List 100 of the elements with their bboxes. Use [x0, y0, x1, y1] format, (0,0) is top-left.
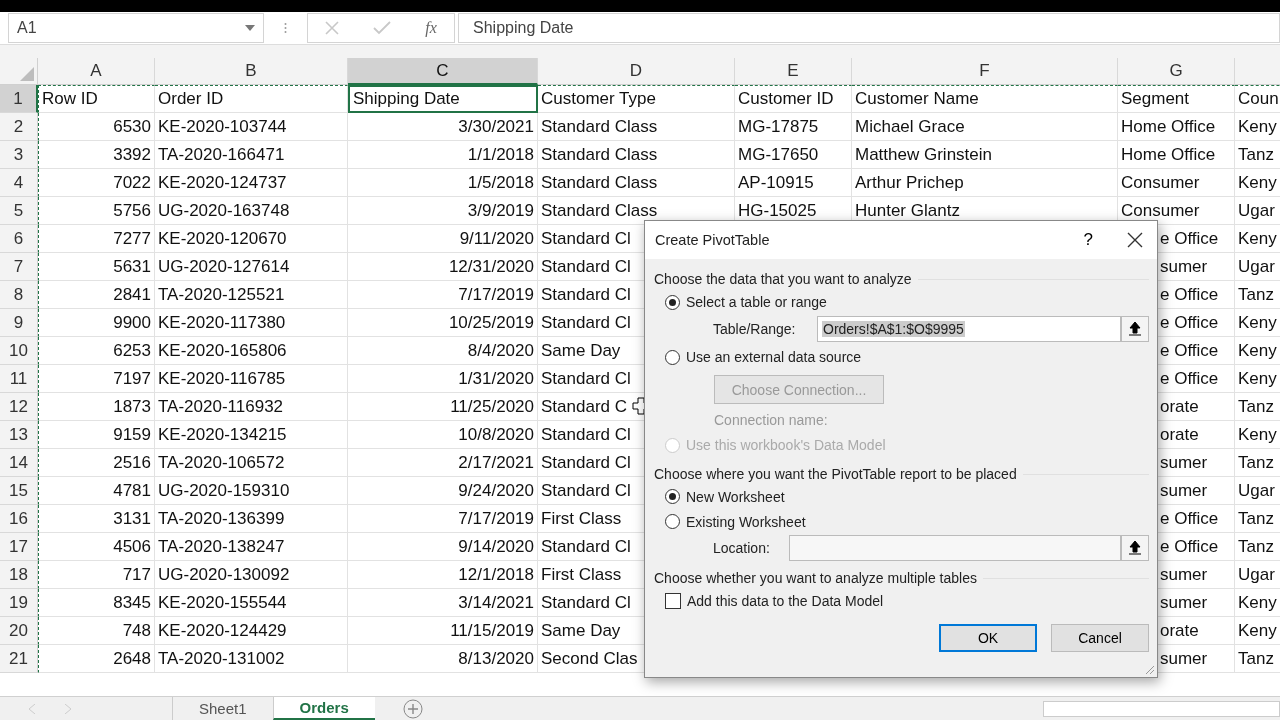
help-button[interactable]: ? [1083, 230, 1093, 250]
column-header[interactable]: D [538, 58, 735, 85]
table-cell: 2/17/2021 [348, 449, 538, 477]
radio-button[interactable] [665, 349, 680, 365]
next-sheet-icon[interactable] [64, 703, 72, 714]
up-arrow-icon [1128, 540, 1142, 556]
row-header[interactable]: 3 [0, 141, 38, 169]
select-all-icon[interactable] [20, 67, 34, 81]
table-cell: 7022 [38, 169, 155, 197]
table-cell: 1/31/2020 [348, 365, 538, 393]
row-header[interactable]: 18 [0, 561, 38, 589]
table-cell: Keny [1235, 617, 1280, 645]
table-cell: 8345 [38, 589, 155, 617]
row-header[interactable]: 16 [0, 505, 38, 533]
row-header[interactable]: 21 [0, 645, 38, 673]
ok-button[interactable]: OK [939, 624, 1037, 652]
table-cell: KE-2020-120670 [155, 225, 348, 253]
table-cell: 3392 [38, 141, 155, 169]
table-cell: Segment [1118, 85, 1235, 113]
sheet-tab[interactable]: Sheet1 [172, 697, 273, 720]
row-header[interactable]: 7 [0, 253, 38, 281]
row-header[interactable]: 5 [0, 197, 38, 225]
table-cell: TA-2020-116932 [155, 393, 348, 421]
range-field[interactable]: Orders!$A$1:$O$9995 [817, 316, 1121, 342]
column-header[interactable]: F [852, 58, 1118, 85]
table-cell: 11/25/2020 [348, 393, 538, 421]
sheet-tab[interactable]: Orders [272, 697, 375, 720]
table-cell: Keny [1235, 365, 1280, 393]
dropdown-caret-icon [245, 25, 255, 31]
table-cell: 12/31/2020 [348, 253, 538, 281]
table-cell: 3131 [38, 505, 155, 533]
table-cell: Matthew Grinstein [852, 141, 1118, 169]
table-cell: UG-2020-163748 [155, 197, 348, 225]
table-cell: Consumer [1118, 169, 1235, 197]
table-cell: Standard Class [538, 113, 735, 141]
column-header[interactable]: E [735, 58, 852, 85]
table-cell: AP-10915 [735, 169, 852, 197]
row-header[interactable]: 17 [0, 533, 38, 561]
table-cell: Order ID [155, 85, 348, 113]
table-cell: 8/4/2020 [348, 337, 538, 365]
row-header[interactable]: 13 [0, 421, 38, 449]
column-header[interactable]: C [348, 58, 538, 85]
table-cell: Row ID [38, 85, 155, 113]
row-header[interactable]: 20 [0, 617, 38, 645]
name-box[interactable]: A1 [8, 13, 264, 43]
table-cell: 2516 [38, 449, 155, 477]
location-field[interactable] [789, 535, 1121, 561]
table-cell: KE-2020-165806 [155, 337, 348, 365]
row-header[interactable]: 1 [0, 85, 38, 113]
table-cell: 717 [38, 561, 155, 589]
table-cell: Keny [1235, 421, 1280, 449]
table-cell: 1/5/2018 [348, 169, 538, 197]
table-cell: Tanz [1235, 533, 1280, 561]
resize-grip-icon[interactable] [1145, 665, 1155, 675]
table-cell: 4506 [38, 533, 155, 561]
table-cell: Tanz [1235, 645, 1280, 673]
radio-button[interactable] [665, 489, 680, 504]
add-sheet-icon[interactable] [402, 698, 423, 719]
previous-sheet-icon[interactable] [28, 703, 36, 714]
row-header[interactable]: 4 [0, 169, 38, 197]
horizontal-scrollbar[interactable] [1043, 700, 1280, 717]
insert-function-button[interactable]: fx [425, 19, 437, 37]
cancel-button[interactable]: Cancel [1051, 624, 1149, 652]
check-icon[interactable] [373, 21, 392, 35]
checkbox[interactable] [665, 593, 681, 609]
table-cell: 6253 [38, 337, 155, 365]
radio-button[interactable] [665, 294, 680, 310]
table-cell: TA-2020-131002 [155, 645, 348, 673]
table-cell: TA-2020-166471 [155, 141, 348, 169]
row-header[interactable]: 11 [0, 365, 38, 393]
row-header[interactable]: 6 [0, 225, 38, 253]
collapse-dialog-button[interactable] [1121, 535, 1149, 561]
table-cell: Ugar [1235, 477, 1280, 505]
row-header[interactable]: 2 [0, 113, 38, 141]
close-icon[interactable] [1127, 232, 1143, 248]
table-cell: TA-2020-106572 [155, 449, 348, 477]
table-cell: KE-2020-103744 [155, 113, 348, 141]
table-cell: Keny [1235, 169, 1280, 197]
row-header[interactable]: 19 [0, 589, 38, 617]
table-cell: 7277 [38, 225, 155, 253]
row-header[interactable]: 9 [0, 309, 38, 337]
radio-button[interactable] [665, 514, 680, 529]
table-cell: Coun [1235, 85, 1280, 113]
table-cell: Standard Class [538, 141, 735, 169]
up-arrow-icon [1128, 321, 1142, 337]
cancel-icon[interactable] [325, 21, 340, 35]
collapse-dialog-button[interactable] [1121, 316, 1149, 342]
table-cell: 12/1/2018 [348, 561, 538, 589]
table-cell: 6530 [38, 113, 155, 141]
row-header[interactable]: 15 [0, 477, 38, 505]
row-header[interactable]: 10 [0, 337, 38, 365]
row-header[interactable]: 12 [0, 393, 38, 421]
column-header[interactable]: A [38, 58, 155, 85]
table-cell: KE-2020-124429 [155, 617, 348, 645]
column-header[interactable]: G [1118, 58, 1235, 85]
table-cell: 5631 [38, 253, 155, 281]
row-header[interactable]: 14 [0, 449, 38, 477]
row-header[interactable]: 8 [0, 281, 38, 309]
formula-field[interactable]: Shipping Date [458, 13, 1280, 43]
table-cell: UG-2020-130092 [155, 561, 348, 589]
